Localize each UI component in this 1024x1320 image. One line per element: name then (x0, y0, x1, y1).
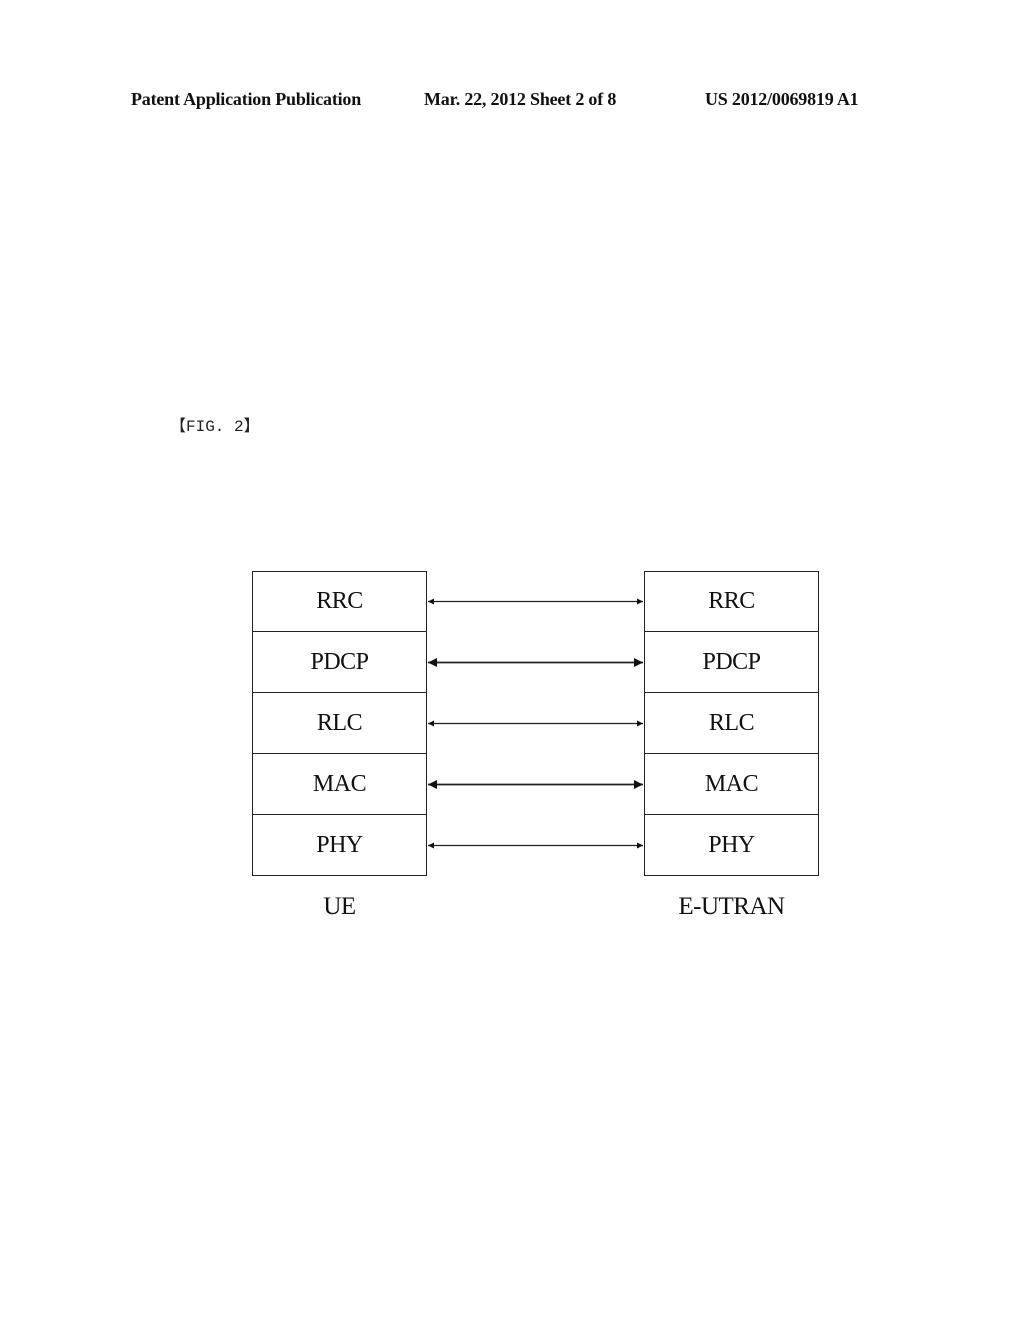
peer-connection-arrows (428, 598, 643, 849)
